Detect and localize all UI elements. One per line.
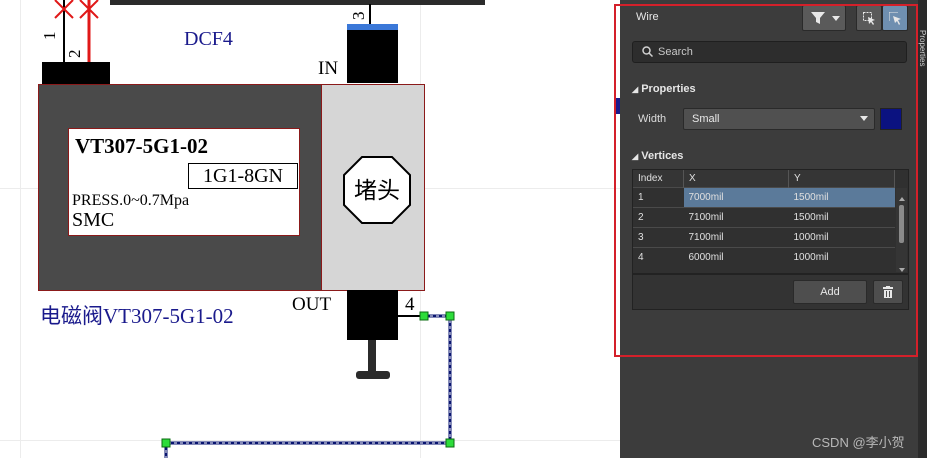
table-header: Index X Y xyxy=(633,170,895,188)
section-title: Properties xyxy=(641,83,696,95)
index-cell: 4 xyxy=(633,247,684,267)
y-cell[interactable]: 1500mil xyxy=(788,207,895,228)
select-mode-button[interactable] xyxy=(856,5,882,31)
panel-side-tab[interactable]: Properties xyxy=(918,0,927,458)
scroll-down-icon[interactable] xyxy=(899,263,905,272)
trash-icon xyxy=(883,286,893,298)
cursor-pick-icon xyxy=(889,12,901,25)
cursor-select-icon xyxy=(863,12,875,25)
vertices-section-header[interactable]: ◢ Vertices xyxy=(632,150,683,162)
y-cell[interactable]: 1000mil xyxy=(788,247,895,267)
table-row[interactable]: 1 7000mil 1500mil xyxy=(633,187,895,208)
column-header[interactable]: Index xyxy=(633,170,684,188)
index-cell: 3 xyxy=(633,227,684,248)
y-cell[interactable]: 1500mil xyxy=(788,187,895,208)
add-button-label: Add xyxy=(820,286,840,298)
x-cell[interactable]: 6000mil xyxy=(683,247,789,267)
vertices-grid: Index X Y 1 7000mil 1500mil 2 7100mil 15… xyxy=(633,170,895,267)
vertex-handle[interactable] xyxy=(161,438,171,448)
filter-button[interactable] xyxy=(802,5,846,31)
search-input[interactable]: Search xyxy=(632,41,907,63)
table-row[interactable]: 2 7100mil 1500mil xyxy=(633,207,895,228)
vertex-handle[interactable] xyxy=(445,311,455,321)
scrollbar-thumb[interactable] xyxy=(899,205,904,243)
filter-icon xyxy=(811,12,825,24)
chevron-down-icon xyxy=(832,16,840,21)
index-cell: 1 xyxy=(633,187,684,208)
properties-panel: Properties Wire Search ◢ Properties Widt… xyxy=(620,0,927,458)
search-placeholder: Search xyxy=(658,46,693,58)
vertex-handle[interactable] xyxy=(419,311,429,321)
x-cell[interactable]: 7000mil xyxy=(683,187,789,208)
index-cell: 2 xyxy=(633,207,684,228)
vertex-handle[interactable] xyxy=(445,438,455,448)
watermark: CSDN @李小贺 xyxy=(812,435,905,450)
pick-mode-button[interactable] xyxy=(882,5,908,31)
wire-color-swatch[interactable] xyxy=(880,108,902,130)
properties-section-header[interactable]: ◢ Properties xyxy=(632,83,696,95)
schematic-canvas[interactable]: 1 2 DCF4 3 IN VT307-5G1-02 1G1-8GN PRESS… xyxy=(0,0,620,458)
vertices-table: Index X Y 1 7000mil 1500mil 2 7100mil 15… xyxy=(632,169,909,274)
scroll-up-icon[interactable] xyxy=(899,192,905,201)
x-cell[interactable]: 7100mil xyxy=(683,227,789,248)
collapse-triangle-icon: ◢ xyxy=(632,85,639,94)
add-vertex-button[interactable]: Add xyxy=(793,280,867,304)
width-label: Width xyxy=(638,113,667,125)
side-tab-label: Properties xyxy=(918,30,927,67)
chevron-down-icon xyxy=(860,116,868,121)
vertices-toolbar xyxy=(632,274,909,310)
width-value: Small xyxy=(692,113,720,125)
collapse-triangle-icon: ◢ xyxy=(632,152,639,161)
width-select[interactable]: Small xyxy=(683,108,875,130)
table-row[interactable]: 3 7100mil 1000mil xyxy=(633,227,895,248)
search-icon xyxy=(642,46,653,57)
y-cell[interactable]: 1000mil xyxy=(788,227,895,248)
panel-title: Wire xyxy=(636,11,659,23)
vertical-scrollbar[interactable] xyxy=(896,188,907,272)
selected-wire[interactable] xyxy=(0,0,620,458)
x-cell[interactable]: 7100mil xyxy=(683,207,789,228)
section-title: Vertices xyxy=(641,150,684,162)
table-row[interactable]: 4 6000mil 1000mil xyxy=(633,247,895,267)
column-header[interactable]: X xyxy=(683,170,789,188)
column-header[interactable]: Y xyxy=(788,170,895,188)
delete-vertex-button[interactable] xyxy=(873,280,903,304)
